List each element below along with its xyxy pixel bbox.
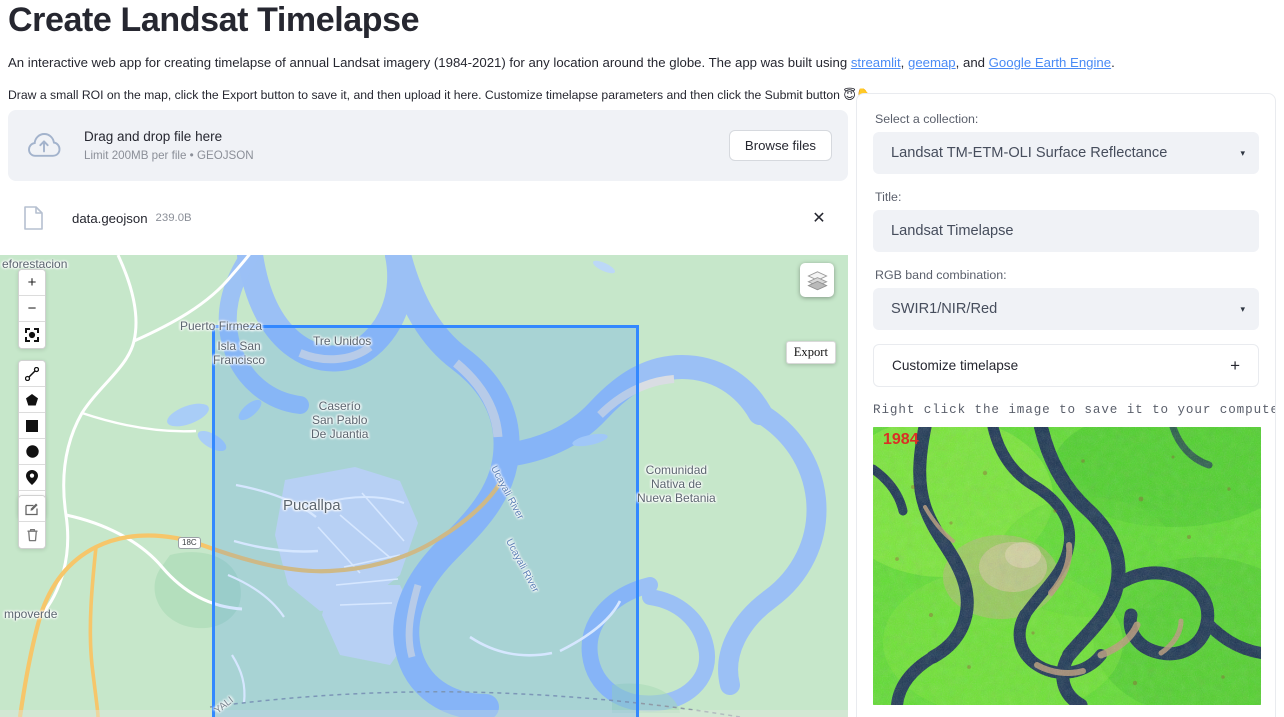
cloud-upload-icon xyxy=(24,126,64,166)
chevron-down-icon: ▾ xyxy=(1240,304,1245,315)
rgb-band-label: RGB band combination: xyxy=(875,268,1259,282)
intro-text-end: . xyxy=(1111,55,1115,70)
uploaded-file-size: 239.0B xyxy=(156,212,192,224)
map-container[interactable]: eforestacionPuerto FirmezaTre UnidosIsla… xyxy=(0,255,848,717)
zoom-toolbar[interactable]: + − xyxy=(18,269,46,349)
file-dropzone[interactable]: Drag and drop file here Limit 200MB per … xyxy=(8,110,848,181)
customize-timelapse-expander[interactable]: Customize timelapse + xyxy=(873,344,1259,387)
intro-sep-2: , and xyxy=(956,55,989,70)
polygon-icon[interactable] xyxy=(19,387,45,413)
dropzone-title: Drag and drop file here xyxy=(84,127,729,146)
zoom-out-button[interactable]: − xyxy=(19,296,45,322)
collection-value: Landsat TM-ETM-OLI Surface Reflectance xyxy=(891,145,1167,161)
timelapse-image[interactable]: 1984 xyxy=(873,427,1261,705)
edit-icon[interactable] xyxy=(19,496,45,522)
google-earth-engine-link[interactable]: Google Earth Engine xyxy=(989,55,1111,70)
uploaded-file-name: data.geojson xyxy=(72,211,148,226)
marker-pin-icon[interactable] xyxy=(19,465,45,491)
title-value: Landsat Timelapse xyxy=(891,223,1014,239)
streamlit-link[interactable]: streamlit xyxy=(851,55,901,70)
left-column: Drag and drop file here Limit 200MB per … xyxy=(8,110,848,240)
fullscreen-icon[interactable] xyxy=(19,322,45,348)
dropzone-text: Drag and drop file here Limit 200MB per … xyxy=(84,127,729,165)
title-label: Title: xyxy=(875,190,1259,204)
browse-files-button[interactable]: Browse files xyxy=(729,130,832,161)
roi-rectangle[interactable] xyxy=(212,325,639,717)
save-image-hint-text: Right click the image to save it to your… xyxy=(873,403,1276,417)
document-icon xyxy=(24,206,54,230)
title-input[interactable]: Landsat Timelapse xyxy=(873,210,1259,252)
layers-stack-icon[interactable] xyxy=(800,263,834,297)
intro-paragraph: An interactive web app for creating time… xyxy=(8,53,1115,73)
collection-label: Select a collection: xyxy=(875,112,1259,126)
remove-file-button[interactable]: ✕ xyxy=(806,205,832,231)
page-title: Create Landsat Timelapse xyxy=(8,0,419,42)
rectangle-icon[interactable] xyxy=(19,413,45,439)
instructions-text: Draw a small ROI on the map, click the E… xyxy=(8,88,843,102)
sidebar-panel: Select a collection: Landsat TM-ETM-OLI … xyxy=(856,93,1276,717)
customize-timelapse-label: Customize timelapse xyxy=(892,358,1018,373)
plus-icon: + xyxy=(1230,356,1240,376)
intro-text-before: An interactive web app for creating time… xyxy=(8,55,851,70)
save-image-hint: Right click the image to save it to your… xyxy=(873,401,1259,417)
geemap-link[interactable]: geemap xyxy=(908,55,956,70)
instructions-paragraph: Draw a small ROI on the map, click the E… xyxy=(8,86,871,104)
zoom-in-button[interactable]: + xyxy=(19,270,45,296)
edit-toolbar[interactable] xyxy=(18,495,46,549)
dropzone-limit: Limit 200MB per file • GEOJSON xyxy=(84,147,729,165)
rgb-band-select[interactable]: SWIR1/NIR/Red ▾ xyxy=(873,288,1259,330)
export-button[interactable]: Export xyxy=(786,341,836,364)
trash-icon[interactable] xyxy=(19,522,45,548)
intro-sep-1: , xyxy=(901,55,908,70)
polyline-icon[interactable] xyxy=(19,361,45,387)
uploaded-file-row: data.geojson 239.0B ✕ xyxy=(8,196,848,240)
rgb-band-value: SWIR1/NIR/Red xyxy=(891,301,997,317)
circle-filled-icon[interactable] xyxy=(19,439,45,465)
landsat-false-color-image xyxy=(873,427,1261,705)
collection-select[interactable]: Landsat TM-ETM-OLI Surface Reflectance ▾ xyxy=(873,132,1259,174)
timelapse-year-label: 1984 xyxy=(883,431,919,449)
chevron-down-icon: ▾ xyxy=(1240,148,1245,159)
